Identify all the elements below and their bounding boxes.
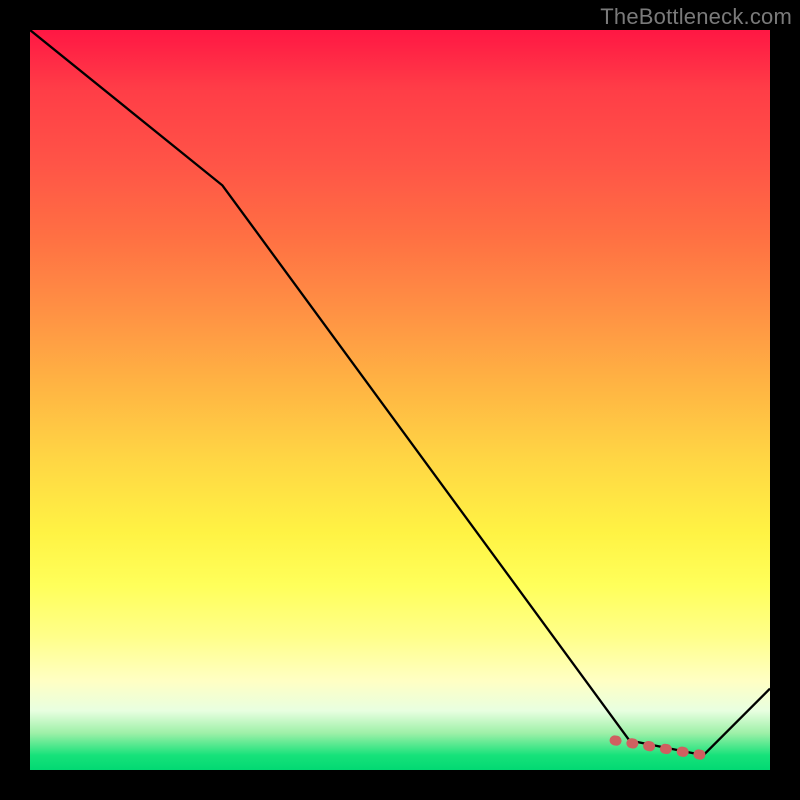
- chart-svg: [30, 30, 770, 770]
- main-line: [30, 30, 770, 755]
- plot-area: [30, 30, 770, 770]
- attribution-text: TheBottleneck.com: [600, 4, 792, 30]
- chart-container: TheBottleneck.com: [0, 0, 800, 800]
